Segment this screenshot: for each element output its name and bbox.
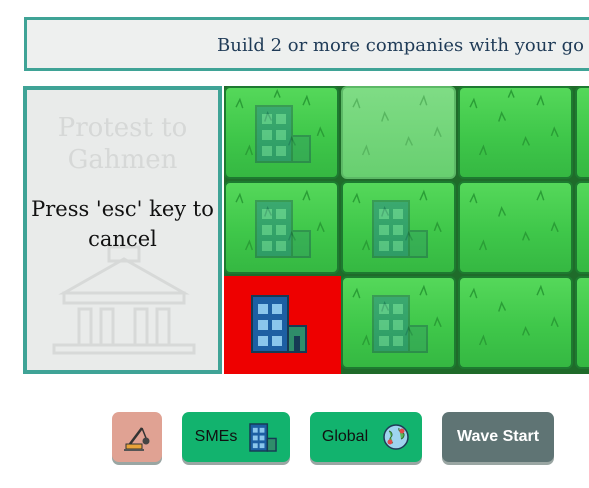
government-building-icon [52, 245, 196, 355]
grid-tile[interactable] [458, 181, 573, 274]
grid-tile[interactable] [458, 86, 573, 179]
smes-label: SMEs [194, 428, 238, 445]
grid-tile-highlighted[interactable] [341, 86, 456, 179]
objective-text: Build 2 or more companies with your go [217, 35, 584, 56]
wave-start-button[interactable]: Wave Start [442, 412, 554, 462]
office-building-icon [255, 200, 311, 258]
grid-tile[interactable] [341, 181, 456, 274]
grid-tile-invalid[interactable] [224, 276, 341, 374]
smes-button[interactable]: SMEs [182, 412, 290, 462]
grid-tile[interactable] [458, 276, 573, 369]
wave-start-label: Wave Start [456, 428, 540, 445]
grass-texture [469, 284, 559, 346]
grass-texture [352, 94, 442, 156]
construction-tool-button[interactable] [112, 412, 162, 462]
grid-tile[interactable] [224, 86, 339, 179]
grid-tile[interactable] [575, 181, 589, 274]
build-info-panel: Protest to Gahmen Press 'esc' key to can… [23, 86, 222, 374]
crane-icon [124, 427, 150, 451]
grid-tile[interactable] [224, 181, 339, 274]
office-building-icon [372, 295, 428, 353]
panel-ghost-title: Protest to Gahmen [57, 113, 188, 175]
office-building-icon [249, 423, 278, 452]
grid-tile[interactable] [341, 276, 456, 369]
global-button[interactable]: Global [310, 412, 422, 462]
grid-tile[interactable] [575, 86, 589, 179]
office-building-icon [255, 105, 311, 163]
grass-texture [469, 89, 559, 156]
grid-tile[interactable] [575, 276, 589, 369]
build-grid [224, 86, 589, 374]
objective-banner: Build 2 or more companies with your go [24, 17, 589, 71]
office-building-icon [251, 295, 307, 353]
grass-texture [469, 189, 559, 251]
global-label: Global [321, 428, 369, 445]
cancel-hint: Press 'esc' key to cancel [31, 197, 214, 251]
globe-icon [383, 424, 409, 450]
office-building-icon [372, 200, 428, 258]
